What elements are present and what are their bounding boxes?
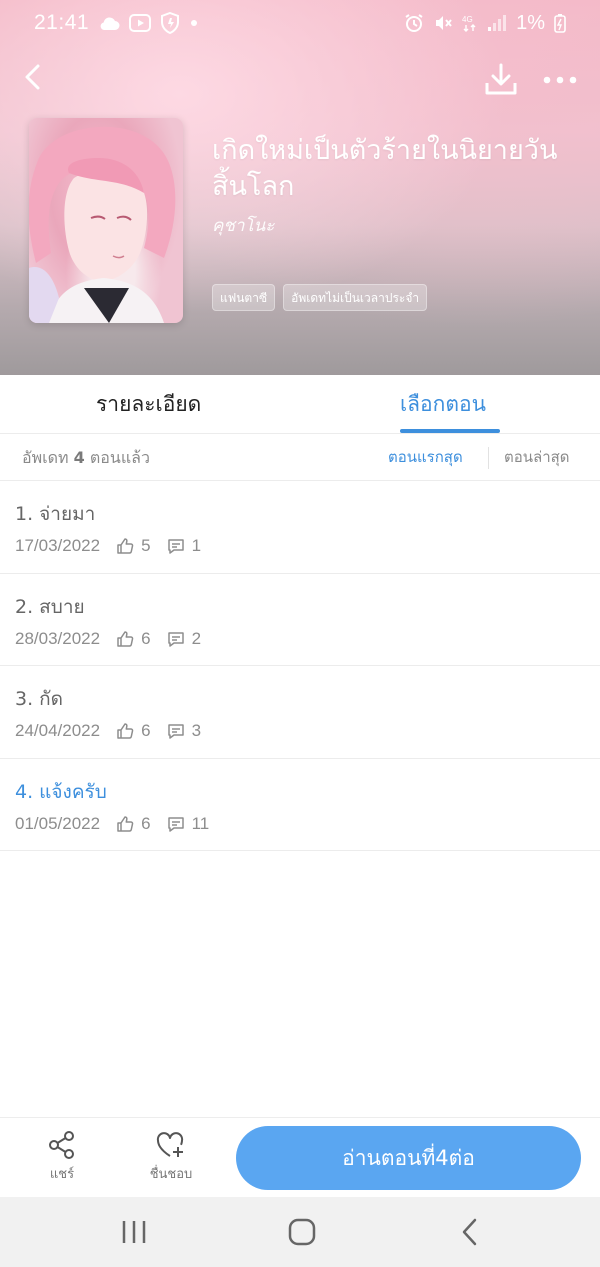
system-navigation-bar	[0, 1197, 600, 1267]
chapter-date: 28/03/2022	[15, 628, 101, 648]
chapter-comments: 1	[191, 536, 202, 555]
chapter-title: 4. แจ้งครับ	[15, 780, 107, 803]
chapter-item[interactable]: 2. สบาย 28/03/2022 6 2	[0, 574, 600, 666]
chapter-likes: 6	[141, 721, 151, 740]
book-header: 21:41 4G 1% เกิดใหม่เป็นตัวร้ายในนิยายวั…	[0, 0, 600, 375]
chapter-item[interactable]: 3. กัด 24/04/2022 6 3	[0, 666, 600, 759]
book-title: เกิดใหม่เป็นตัวร้ายในนิยายวันสิ้นโลก	[212, 135, 558, 202]
update-count-text: อัพเดท 4 ตอนแล้ว	[22, 434, 150, 481]
status-bar: 21:41 4G 1%	[0, 0, 600, 46]
chapter-date: 24/04/2022	[15, 721, 101, 740]
update-prefix: อัพเดท	[22, 448, 69, 467]
sort-first-button[interactable]: ตอนแรกสุด	[388, 434, 463, 481]
share-icon	[49, 1131, 74, 1159]
chevron-left-icon	[25, 64, 40, 90]
genre-tag[interactable]: แฟนตาซี	[212, 284, 276, 311]
share-button[interactable]: แชร์	[27, 1130, 97, 1184]
thumbs-up-icon	[117, 538, 134, 554]
recent-apps-icon	[122, 1221, 146, 1243]
download-icon	[485, 63, 517, 95]
system-back-button[interactable]	[451, 1214, 491, 1250]
comment-icon	[167, 631, 184, 647]
comment-icon	[167, 724, 184, 739]
battery-icon	[554, 13, 566, 33]
back-button[interactable]	[20, 60, 48, 96]
schedule-tag[interactable]: อัพเดทไม่เป็นเวลาประจำ	[283, 284, 428, 311]
chapter-title: 3. กัด	[15, 688, 64, 710]
chapter-item[interactable]: 1. จ่ายมา 17/03/2022 5 1	[0, 481, 600, 574]
chapter-title: 1. จ่ายมา	[15, 503, 96, 525]
status-time: 21:41	[34, 11, 90, 34]
thumbs-up-icon	[117, 723, 134, 739]
more-dots-icon	[543, 76, 577, 84]
chapter-list: 1. จ่ายมา 17/03/2022 5 1 2. สบาย 28/03/2…	[0, 481, 600, 851]
comment-icon	[167, 816, 184, 832]
tab-bar: รายละเอียด เลือกตอน	[0, 375, 600, 434]
thumbs-up-icon	[117, 630, 134, 647]
heart-plus-icon	[156, 1132, 184, 1157]
share-label: แชร์	[49, 1167, 75, 1182]
book-author: คุชาโนะ	[212, 216, 275, 236]
book-cover-image	[29, 118, 183, 323]
chapter-date: 17/03/2022	[15, 536, 101, 555]
favorite-label: ชื่นชอบ	[149, 1167, 193, 1182]
4g-icon: 4G	[462, 13, 478, 33]
bottom-action-bar: แชร์ ชื่นชอบ อ่านตอนที่4ต่อ	[0, 1117, 600, 1197]
chapter-title: 2. สบาย	[15, 595, 85, 618]
chapter-comments: 11	[191, 813, 210, 833]
home-icon	[288, 1218, 316, 1246]
chevron-left-icon	[462, 1218, 477, 1246]
youtube-icon	[129, 14, 152, 32]
alarm-icon	[404, 13, 424, 33]
mute-icon	[433, 13, 453, 33]
signal-icon	[487, 14, 507, 32]
active-tab-indicator	[400, 429, 500, 433]
comment-icon	[167, 539, 184, 554]
dot-icon	[189, 18, 199, 28]
download-button[interactable]	[482, 60, 520, 98]
chapter-likes: 6	[141, 813, 151, 833]
chapter-list-header: อัพเดท 4 ตอนแล้ว ตอนแรกสุด ตอนล่าสุด	[0, 434, 600, 481]
shield-icon	[160, 12, 180, 34]
tag-list: แฟนตาซี อัพเดทไม่เป็นเวลาประจำ	[212, 284, 428, 311]
favorite-button[interactable]: ชื่นชอบ	[136, 1130, 206, 1184]
chapter-comments: 3	[191, 721, 202, 740]
update-suffix: ตอนแล้ว	[89, 448, 150, 467]
recent-apps-button[interactable]	[114, 1214, 154, 1250]
tab-chapters[interactable]: เลือกตอน	[400, 375, 486, 434]
continue-reading-button[interactable]: อ่านตอนที่4ต่อ	[236, 1126, 581, 1190]
chapter-date: 01/05/2022	[15, 813, 101, 833]
tab-details[interactable]: รายละเอียด	[96, 375, 201, 434]
more-button[interactable]	[540, 68, 580, 92]
sort-divider	[488, 447, 489, 469]
update-count: 4	[73, 448, 85, 467]
cloud-icon	[98, 15, 120, 31]
sort-latest-button[interactable]: ตอนล่าสุด	[504, 434, 570, 481]
chapter-comments: 2	[191, 628, 202, 648]
chapter-likes: 5	[141, 536, 151, 555]
svg-text:4G: 4G	[462, 15, 473, 24]
thumbs-up-icon	[117, 815, 134, 832]
battery-percent: 1%	[516, 11, 545, 34]
home-button[interactable]	[282, 1214, 322, 1250]
chapter-item-current[interactable]: 4. แจ้งครับ 01/05/2022 6 11	[0, 759, 600, 851]
chapter-likes: 6	[141, 628, 151, 648]
